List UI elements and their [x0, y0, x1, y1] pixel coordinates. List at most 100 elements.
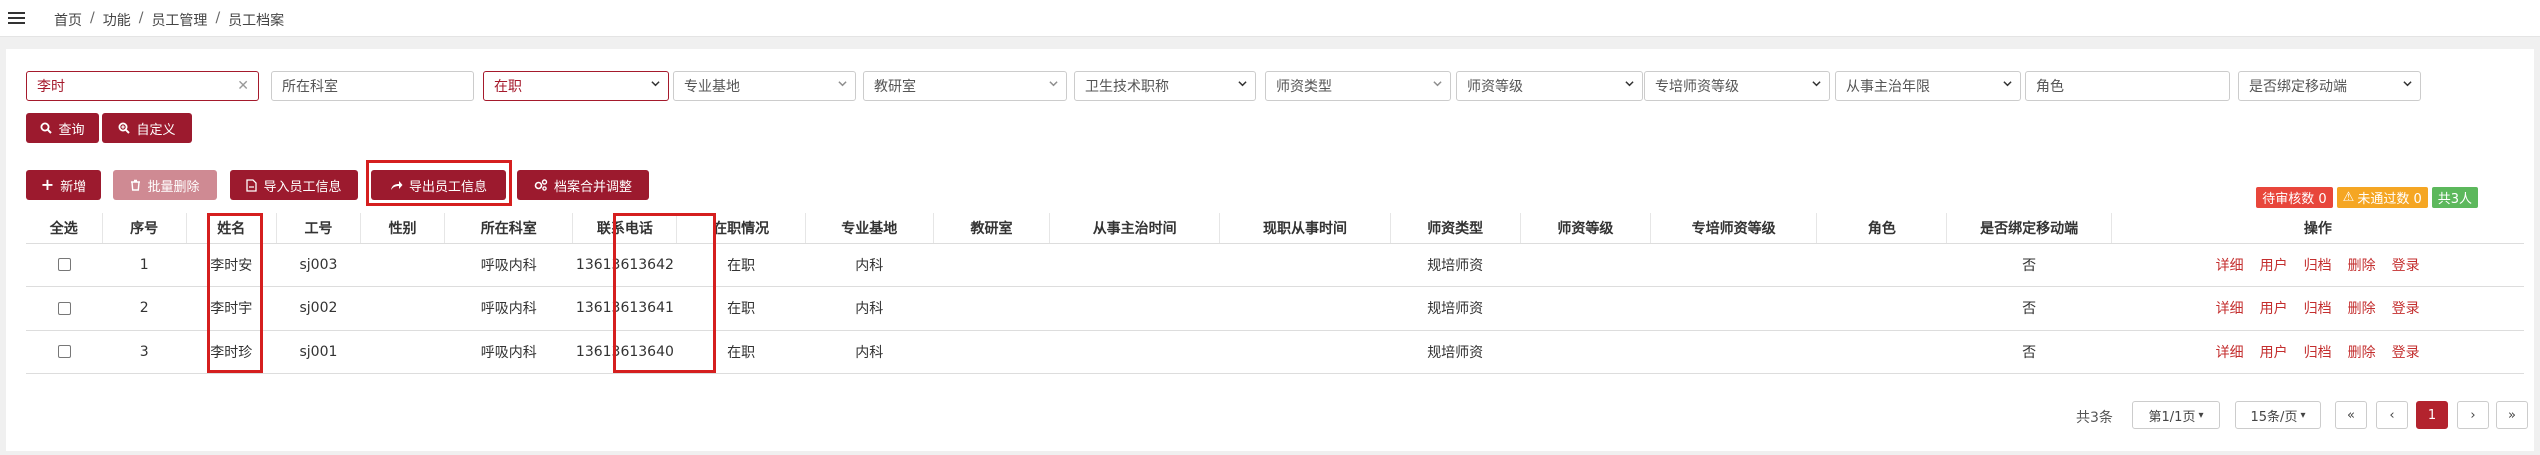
page-size-label: 15条/页: [2250, 409, 2298, 425]
cell-base: 内科: [805, 330, 934, 374]
chevron-down-icon: ▾: [2198, 409, 2204, 421]
col-teacher-level: 师资等级: [1520, 213, 1652, 244]
name-search-input[interactable]: 李时 ✕: [26, 71, 259, 101]
archive-link[interactable]: 归档: [2304, 301, 2332, 317]
page-select[interactable]: 第1/1页 ▾: [2132, 401, 2220, 429]
custom-label: 自定义: [136, 122, 176, 138]
col-teaching-office: 教研室: [933, 213, 1051, 244]
page-1-button[interactable]: 1: [2416, 401, 2448, 429]
next-page-button[interactable]: ›: [2457, 401, 2489, 429]
cell-current-time: [1219, 286, 1391, 331]
cell-teacher-type: 规培师资: [1390, 243, 1521, 287]
teaching-office-select[interactable]: 教研室: [863, 71, 1067, 101]
add-label: 新增: [60, 179, 87, 195]
cell-teacher-type: 规培师资: [1390, 286, 1521, 331]
menu-toggle-button[interactable]: [0, 0, 32, 37]
detail-link[interactable]: 详细: [2216, 345, 2244, 361]
staff-table: 全选 序号 姓名 工号 性别 所在科室 联系电话 在职情况 专业基地 教研室 从…: [26, 213, 2524, 374]
cell-current-time: [1219, 243, 1391, 287]
cell-base: 内科: [805, 286, 934, 331]
cell-select: [26, 243, 103, 287]
cell-select: [26, 330, 103, 374]
breadcrumb-staff-management[interactable]: 员工管理: [151, 10, 207, 30]
stat-badges: 待审核数 0 ⚠ 未通过数 0 共3人: [2256, 187, 2478, 208]
login-link[interactable]: 登录: [2392, 301, 2420, 317]
login-link[interactable]: 登录: [2392, 258, 2420, 274]
pagination-total: 共3条: [2076, 410, 2113, 426]
cell-attending-time: [1049, 243, 1220, 287]
chevron-down-icon: [1238, 81, 1247, 87]
teacher-type-placeholder: 师资类型: [1276, 79, 1332, 95]
breadcrumb-home[interactable]: 首页: [54, 10, 82, 30]
teaching-office-placeholder: 教研室: [874, 79, 916, 95]
table-row: 2 李时宇 sj002 呼吸内科 13613613641 在职 内科 规培师资否详细 用户 归档删…: [26, 286, 2524, 331]
special-level-select[interactable]: 专培师资等级: [1644, 71, 1830, 101]
custom-button[interactable]: 自定义: [102, 113, 192, 143]
cell-teaching-office: [933, 243, 1050, 287]
cell-teacher-level: [1520, 243, 1651, 287]
row-checkbox[interactable]: [57, 301, 71, 315]
cell-mobile-bind: 否: [1946, 330, 2112, 374]
table-row: 3 李时珍 sj001 呼吸内科 13613613640 在职 内科 规培师资否详细 用户 归档删…: [26, 330, 2524, 374]
delete-link[interactable]: 删除: [2348, 345, 2376, 361]
base-placeholder: 专业基地: [684, 79, 740, 95]
cell-special-level: [1650, 286, 1817, 331]
col-attending-time: 从事主治时间: [1049, 213, 1221, 244]
user-link[interactable]: 用户: [2260, 345, 2288, 361]
row-checkbox[interactable]: [57, 258, 71, 272]
cell-index: 3: [102, 330, 187, 374]
warning-icon: ⚠: [2342, 190, 2355, 205]
teacher-type-select[interactable]: 师资类型: [1265, 71, 1451, 101]
detail-link[interactable]: 详细: [2216, 301, 2244, 317]
breadcrumb-function[interactable]: 功能: [103, 10, 131, 30]
add-button[interactable]: + 新增: [26, 170, 101, 200]
teacher-level-select[interactable]: 师资等级: [1456, 71, 1643, 101]
delete-link[interactable]: 删除: [2348, 301, 2376, 317]
pending-badge: 待审核数 0: [2256, 187, 2333, 208]
department-input[interactable]: 所在科室: [271, 71, 474, 101]
mobile-bind-select[interactable]: 是否绑定移动端: [2238, 71, 2421, 101]
cell-id: sj003: [276, 243, 361, 287]
cell-teaching-office: [933, 330, 1050, 374]
last-page-button[interactable]: »: [2496, 401, 2528, 429]
archive-link[interactable]: 归档: [2304, 258, 2332, 274]
prev-page-button[interactable]: ‹: [2376, 401, 2408, 429]
detail-link[interactable]: 详细: [2216, 258, 2244, 274]
col-select-all[interactable]: 全选: [26, 213, 103, 244]
status-select[interactable]: 在职: [483, 71, 669, 101]
col-operations: 操作: [2111, 213, 2524, 244]
cell-attending-time: [1049, 330, 1220, 374]
user-link[interactable]: 用户: [2260, 301, 2288, 317]
trash-icon: [131, 179, 141, 191]
user-link[interactable]: 用户: [2260, 258, 2288, 274]
cell-department: 呼吸内科: [444, 330, 573, 374]
query-button[interactable]: 查询: [26, 113, 99, 143]
page-size-select[interactable]: 15条/页 ▾: [2235, 401, 2321, 429]
years-select[interactable]: 从事主治年限: [1835, 71, 2021, 101]
archive-link[interactable]: 归档: [2304, 345, 2332, 361]
first-page-button[interactable]: «: [2335, 401, 2367, 429]
plus-icon: +: [40, 175, 55, 194]
role-input[interactable]: 角色: [2025, 71, 2230, 101]
title-select[interactable]: 卫生技术职称: [1074, 71, 1256, 101]
cell-id: sj002: [276, 286, 361, 331]
cell-teacher-level: [1520, 286, 1651, 331]
import-button[interactable]: 导入员工信息: [230, 170, 358, 200]
login-link[interactable]: 登录: [2392, 345, 2420, 361]
cell-operations: 详细 用户 归档 删除 登录: [2111, 286, 2524, 331]
base-select[interactable]: 专业基地: [673, 71, 856, 101]
batch-delete-button[interactable]: 批量删除: [113, 170, 217, 200]
title-placeholder: 卫生技术职称: [1085, 79, 1169, 95]
row-checkbox[interactable]: [57, 345, 71, 359]
cell-operations: 详细 用户 归档 删除 登录: [2111, 243, 2524, 287]
delete-link[interactable]: 删除: [2348, 258, 2376, 274]
merge-button[interactable]: 档案合并调整: [517, 170, 649, 200]
role-placeholder: 角色: [2036, 79, 2064, 95]
special-level-placeholder: 专培师资等级: [1655, 79, 1739, 95]
cell-special-level: [1650, 330, 1817, 374]
status-value: 在职: [494, 79, 522, 95]
mobile-bind-placeholder: 是否绑定移动端: [2249, 79, 2347, 95]
cell-select: [26, 286, 103, 331]
clear-icon[interactable]: ✕: [237, 78, 249, 94]
cell-gender: [360, 243, 445, 287]
